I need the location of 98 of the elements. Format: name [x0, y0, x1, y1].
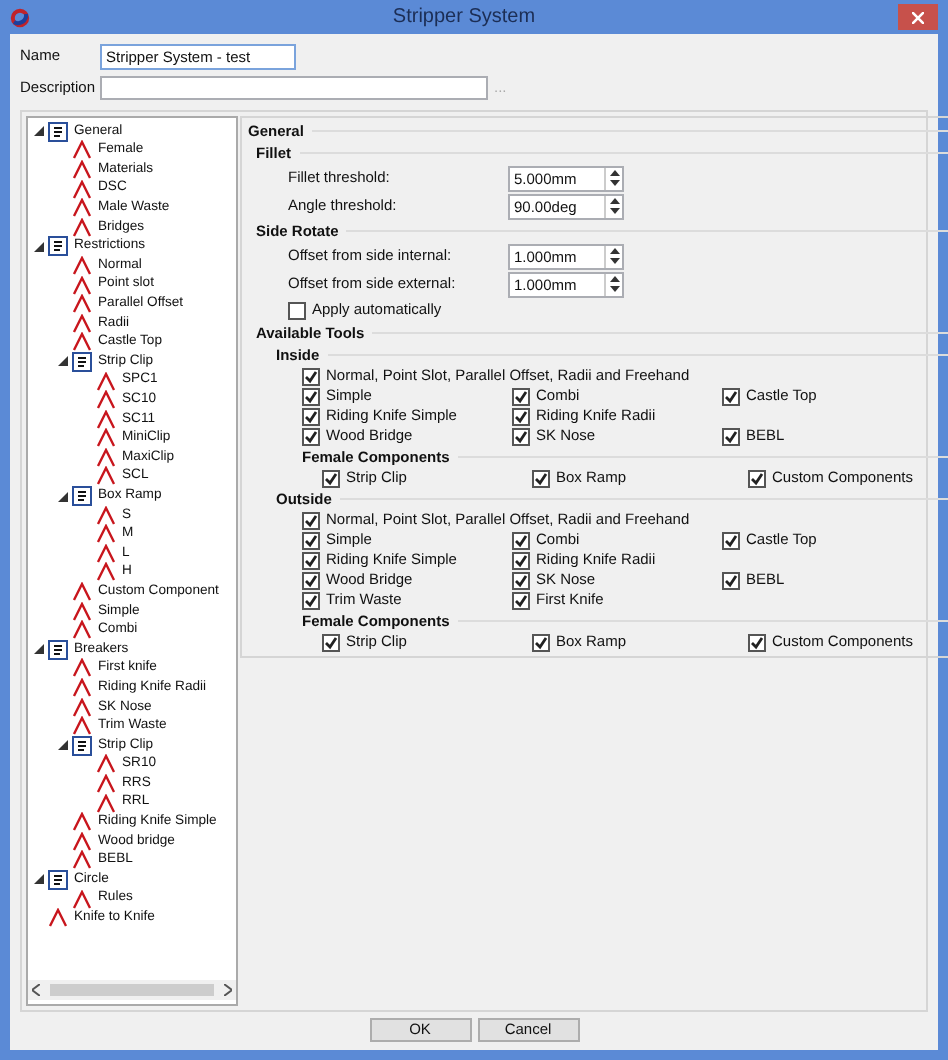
group-icon [48, 869, 68, 890]
checkmark-icon [750, 635, 764, 649]
checkbox-box[interactable] [302, 367, 320, 385]
shape-icon [96, 447, 116, 468]
shape-icon [72, 831, 92, 852]
shape-icon [96, 773, 116, 794]
expander-icon[interactable] [33, 126, 43, 137]
shape-icon [72, 850, 92, 871]
description-field[interactable] [100, 75, 488, 99]
window-title: Stripper System [392, 4, 536, 32]
group-icon [72, 351, 92, 372]
expander-icon[interactable] [33, 241, 43, 252]
shape-icon [72, 255, 92, 276]
checkbox-box[interactable] [722, 427, 740, 445]
shape-icon [72, 889, 92, 910]
checkbox-box[interactable] [532, 633, 550, 651]
group-icon [48, 236, 68, 257]
spin-arrows-icon[interactable] [604, 273, 622, 295]
checkbox-box[interactable] [512, 591, 530, 609]
app-logo-icon [10, 7, 30, 27]
shape-icon [72, 697, 92, 718]
shape-icon [96, 505, 116, 526]
shape-icon [72, 582, 92, 603]
checkbox-box[interactable] [302, 551, 320, 569]
expander-icon[interactable] [57, 740, 67, 751]
shape-icon [48, 908, 68, 929]
checkbox-box[interactable] [722, 387, 740, 405]
checkbox-box[interactable] [748, 633, 766, 651]
checkmark-icon [724, 389, 738, 403]
checkbox-box[interactable] [722, 531, 740, 549]
shape-icon [96, 390, 116, 411]
checkbox-box[interactable] [512, 531, 530, 549]
expander-icon[interactable] [57, 356, 67, 367]
checkbox-box[interactable] [748, 469, 766, 487]
checkmark-icon [724, 573, 738, 587]
close-icon [911, 11, 924, 23]
shape-icon [96, 428, 116, 449]
shape-icon [72, 716, 92, 737]
checkbox-box[interactable] [512, 407, 530, 425]
shape-icon [72, 313, 92, 334]
spin-arrows-icon[interactable] [604, 167, 622, 189]
expander-icon[interactable] [33, 644, 43, 655]
checkbox-box[interactable] [512, 571, 530, 589]
shape-icon [96, 371, 116, 392]
shape-icon [72, 601, 92, 622]
checkmark-icon [534, 635, 548, 649]
shape-icon [96, 466, 116, 487]
checkbox-box[interactable] [512, 387, 530, 405]
shape-icon [96, 562, 116, 583]
checkmark-icon [534, 471, 548, 485]
spin-arrows-icon[interactable] [604, 195, 622, 217]
close-button[interactable] [897, 4, 938, 30]
checkmark-icon [750, 471, 764, 485]
shape-icon [72, 620, 92, 641]
shape-icon [72, 332, 92, 353]
checkbox-box[interactable] [302, 387, 320, 405]
group-icon [72, 735, 92, 756]
checkbox-box[interactable] [532, 469, 550, 487]
checkbox-box[interactable] [322, 633, 340, 651]
checkbox-box[interactable] [288, 301, 306, 319]
checkbox-box[interactable] [722, 571, 740, 589]
scroll-right-icon[interactable] [224, 984, 232, 996]
spin-arrows-icon[interactable] [604, 245, 622, 267]
shape-icon [72, 217, 92, 238]
scroll-left-icon[interactable] [32, 984, 40, 996]
checkbox-box[interactable] [302, 511, 320, 529]
shape-icon [72, 294, 92, 315]
expander-icon[interactable] [57, 491, 67, 502]
shape-icon [96, 754, 116, 775]
checkbox-box[interactable] [322, 469, 340, 487]
shape-icon [72, 678, 92, 699]
checkmark-icon [324, 471, 338, 485]
shape-icon [96, 524, 116, 545]
checkmark-icon [324, 635, 338, 649]
checkbox-box[interactable] [512, 551, 530, 569]
expander-icon[interactable] [33, 874, 43, 885]
shape-icon [72, 159, 92, 180]
shape-icon [72, 658, 92, 679]
checkbox-box[interactable] [302, 427, 320, 445]
checkbox-box[interactable] [302, 407, 320, 425]
checkbox-box[interactable] [302, 571, 320, 589]
checkbox-box[interactable] [302, 531, 320, 549]
shape-icon [96, 409, 116, 430]
shape-icon [72, 198, 92, 219]
group-icon [72, 486, 92, 507]
checkmark-icon [724, 533, 738, 547]
checkbox-box[interactable] [512, 427, 530, 445]
shape-icon [96, 543, 116, 564]
checkbox-box[interactable] [302, 591, 320, 609]
group-icon [48, 639, 68, 660]
shape-icon [72, 140, 92, 161]
shape-icon [72, 275, 92, 296]
horizontal-scrollbar[interactable] [28, 980, 236, 1000]
checkmark-icon [724, 429, 738, 443]
shape-icon [96, 793, 116, 814]
shape-icon [72, 812, 92, 833]
shape-icon [72, 179, 92, 200]
group-icon [48, 121, 68, 142]
